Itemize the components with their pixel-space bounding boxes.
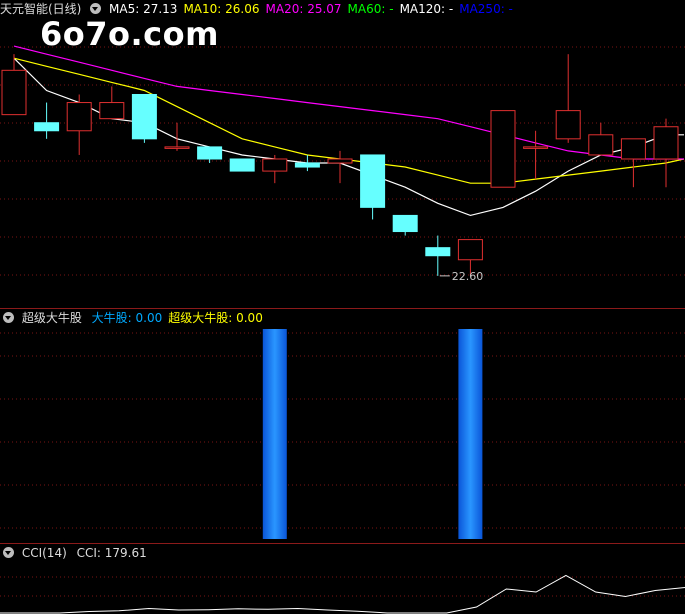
candle-body [425, 247, 451, 257]
ma-line-ma10 [13, 57, 685, 184]
candle-body [164, 146, 190, 149]
watermark-logo: 6o7o.com [40, 15, 219, 53]
low-price-label: 22.60 [452, 270, 484, 283]
candle-body [34, 122, 60, 132]
candle-body [66, 102, 92, 132]
candle-body [294, 162, 320, 168]
candle-body [327, 158, 353, 164]
candle-body [490, 110, 516, 188]
indicator-chart [0, 329, 685, 539]
indicator-panel: 超级大牛股 大牛股: 0.00 超级大牛股: 0.00 [0, 309, 685, 544]
candle-body [262, 158, 288, 172]
ma-line-ma5 [13, 57, 684, 217]
cci-panel: CCI(14) CCI: 179.61 [0, 544, 685, 614]
candle-body [131, 93, 157, 140]
candle-body [653, 126, 679, 160]
candle-body [360, 154, 386, 208]
candle-body [620, 138, 646, 160]
candle-body [1, 69, 27, 116]
cci-line [0, 574, 685, 614]
candle-body [588, 134, 614, 156]
candle-body [197, 146, 223, 160]
signal-bar [458, 329, 483, 539]
candle-body [99, 102, 125, 120]
candle-body [457, 239, 483, 261]
candle-body [555, 110, 581, 140]
signal-bar [262, 329, 287, 539]
candle-body [392, 214, 418, 233]
candle-body [229, 158, 255, 172]
cci-chart [0, 574, 685, 614]
candle-body [523, 146, 549, 149]
